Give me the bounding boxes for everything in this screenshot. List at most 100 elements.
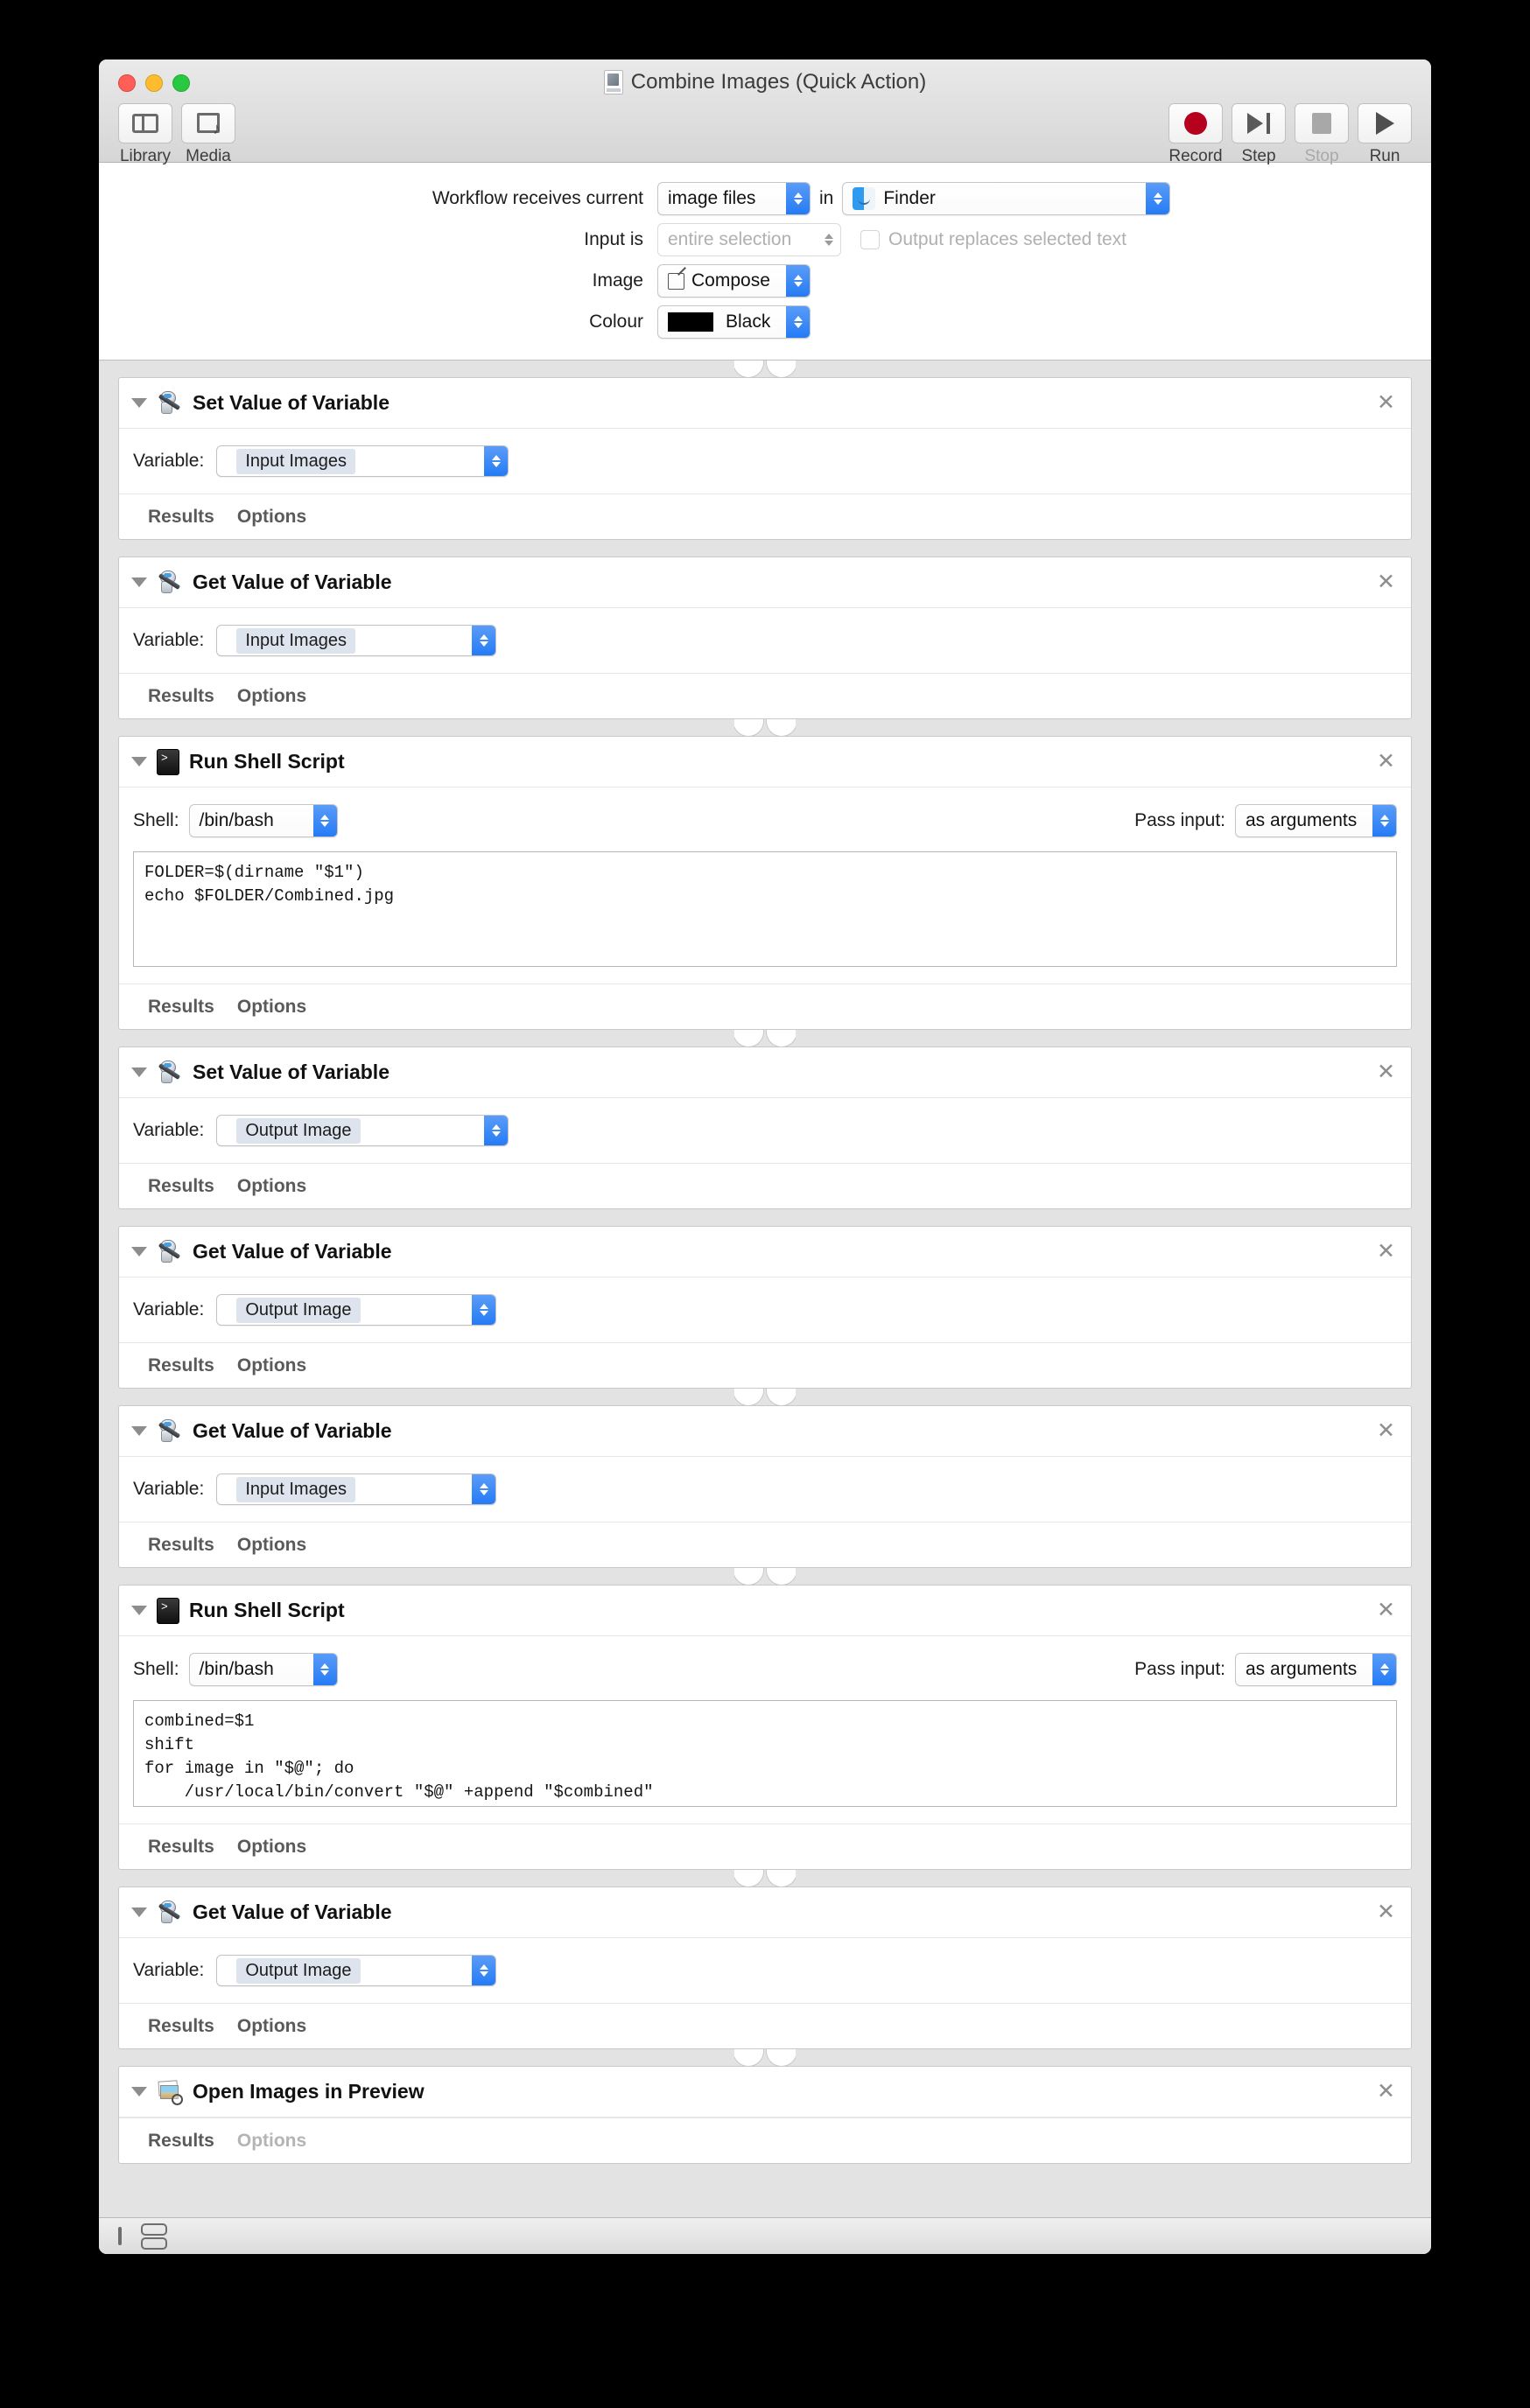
action-header[interactable]: Run Shell Script ✕	[119, 737, 1411, 788]
colour-select[interactable]: Black	[657, 305, 811, 339]
action-card[interactable]: Get Value of Variable ✕ Variable: Input Ima…	[118, 556, 1412, 719]
variable-token: Output Image	[236, 1117, 361, 1144]
media-button[interactable]: Media	[181, 103, 235, 166]
action-footer: Results Options	[119, 1522, 1411, 1567]
options-tab[interactable]: Options	[237, 686, 306, 707]
action-card[interactable]: Set Value of Variable ✕ Variable: Output Im…	[118, 1046, 1412, 1209]
colour-row: Colour Black	[99, 305, 1431, 339]
shell-script-editor[interactable]: combined=$1 shift for image in "$@"; do …	[133, 1700, 1397, 1807]
workflow-action-list[interactable]: Set Value of Variable ✕ Variable: Input Ima…	[99, 360, 1431, 2217]
record-icon	[1184, 112, 1207, 135]
results-tab[interactable]: Results	[148, 686, 214, 707]
action-header[interactable]: Set Value of Variable ✕	[119, 1047, 1411, 1098]
disclosure-triangle-icon[interactable]	[131, 2087, 147, 2096]
flow-bottom-gap	[99, 2164, 1431, 2180]
variable-token: Input Images	[236, 1476, 355, 1502]
action-header[interactable]: Get Value of Variable ✕	[119, 1887, 1411, 1938]
action-header[interactable]: Set Value of Variable ✕	[119, 378, 1411, 429]
workflow-receives-select[interactable]: image files	[657, 182, 811, 215]
workflow-application-select[interactable]: Finder	[842, 182, 1171, 215]
terminal-icon	[157, 1597, 179, 1624]
chevron-updown-icon	[472, 1956, 496, 1985]
options-tab[interactable]: Options	[237, 1176, 306, 1197]
shell-label: Shell:	[133, 1659, 179, 1679]
results-tab[interactable]: Results	[148, 507, 214, 528]
disclosure-triangle-icon[interactable]	[131, 578, 147, 587]
variable-select[interactable]: Input Images	[216, 1474, 497, 1505]
action-connector-notch	[734, 1870, 796, 1886]
options-tab[interactable]: Options	[237, 1837, 306, 1858]
options-tab[interactable]: Options	[237, 997, 306, 1018]
remove-action-button[interactable]: ✕	[1375, 1061, 1397, 1083]
remove-action-button[interactable]: ✕	[1375, 1420, 1397, 1442]
remove-action-button[interactable]: ✕	[1375, 1600, 1397, 1621]
remove-action-button[interactable]: ✕	[1375, 1241, 1397, 1263]
chevron-updown-icon	[786, 265, 810, 297]
results-tab[interactable]: Results	[148, 1355, 214, 1376]
shell-select[interactable]: /bin/bash	[188, 804, 338, 837]
image-row: Image Compose	[99, 264, 1431, 298]
disclosure-triangle-icon[interactable]	[131, 398, 147, 408]
results-tab[interactable]: Results	[148, 1837, 214, 1858]
chevron-updown-icon	[472, 1474, 496, 1504]
variable-select[interactable]: Output Image	[216, 1955, 497, 1986]
flow-top-gap	[99, 360, 1431, 377]
remove-action-button[interactable]: ✕	[1375, 751, 1397, 773]
variable-select[interactable]: Output Image	[216, 1115, 509, 1146]
remove-action-button[interactable]: ✕	[1375, 1901, 1397, 1923]
record-button[interactable]: Record	[1169, 103, 1223, 166]
action-card[interactable]: Run Shell Script ✕ Shell: /bin/bash Pass inp…	[118, 1585, 1412, 1870]
image-select[interactable]: Compose	[657, 264, 811, 298]
action-card[interactable]: Get Value of Variable ✕ Variable: Output Im…	[118, 1886, 1412, 2049]
disclosure-triangle-icon[interactable]	[131, 1426, 147, 1436]
action-card[interactable]: Open Images in Preview ✕ Results Options	[118, 2066, 1412, 2164]
show-log-button[interactable]	[118, 2226, 122, 2245]
results-tab[interactable]: Results	[148, 1176, 214, 1197]
results-tab[interactable]: Results	[148, 1535, 214, 1556]
action-connector-notch	[734, 360, 796, 377]
results-tab[interactable]: Results	[148, 2131, 214, 2152]
options-tab[interactable]: Options	[237, 1355, 306, 1376]
pass-input-select[interactable]: as arguments	[1235, 804, 1397, 837]
variable-select[interactable]: Input Images	[216, 445, 509, 477]
log-view-icon	[118, 2226, 122, 2245]
automator-robot-icon	[157, 1900, 183, 1926]
automator-robot-icon	[157, 1239, 183, 1265]
shell-script-editor[interactable]: FOLDER=$(dirname "$1") echo $FOLDER/Comb…	[133, 851, 1397, 967]
window-title-text: Combine Images (Quick Action)	[630, 70, 927, 94]
results-tab[interactable]: Results	[148, 997, 214, 1018]
library-icon	[132, 114, 158, 133]
remove-action-button[interactable]: ✕	[1375, 392, 1397, 414]
action-card[interactable]: Run Shell Script ✕ Shell: /bin/bash Pass inp…	[118, 736, 1412, 1030]
action-header[interactable]: Get Value of Variable ✕	[119, 557, 1411, 608]
remove-action-button[interactable]: ✕	[1375, 2081, 1397, 2103]
library-button[interactable]: Library	[118, 103, 172, 166]
options-tab[interactable]: Options	[237, 507, 306, 528]
variable-select[interactable]: Input Images	[216, 625, 497, 656]
variable-select[interactable]: Output Image	[216, 1294, 497, 1326]
colour-swatch	[668, 312, 713, 332]
disclosure-triangle-icon[interactable]	[131, 1606, 147, 1615]
disclosure-triangle-icon[interactable]	[131, 1247, 147, 1256]
shell-select[interactable]: /bin/bash	[188, 1653, 338, 1686]
record-button-label: Record	[1169, 147, 1223, 165]
step-button[interactable]: Step	[1232, 103, 1286, 166]
remove-action-button[interactable]: ✕	[1375, 571, 1397, 593]
action-card[interactable]: Get Value of Variable ✕ Variable: Output Im…	[118, 1226, 1412, 1389]
action-header[interactable]: Get Value of Variable ✕	[119, 1406, 1411, 1457]
options-tab[interactable]: Options	[237, 2016, 306, 2037]
pass-input-select[interactable]: as arguments	[1235, 1653, 1397, 1686]
action-header[interactable]: Run Shell Script ✕	[119, 1586, 1411, 1636]
action-card[interactable]: Get Value of Variable ✕ Variable: Input Ima…	[118, 1405, 1412, 1568]
results-tab[interactable]: Results	[148, 2016, 214, 2037]
disclosure-triangle-icon[interactable]	[131, 757, 147, 766]
action-header[interactable]: Get Value of Variable ✕	[119, 1227, 1411, 1278]
run-button[interactable]: Run	[1358, 103, 1412, 166]
pass-input-label: Pass input:	[1134, 1659, 1225, 1679]
options-tab[interactable]: Options	[237, 1535, 306, 1556]
disclosure-triangle-icon[interactable]	[131, 1068, 147, 1077]
action-header[interactable]: Open Images in Preview ✕	[119, 2067, 1411, 2118]
disclosure-triangle-icon[interactable]	[131, 1908, 147, 1917]
shell-settings-row: Shell: /bin/bash Pass input: as arguments	[133, 804, 1397, 837]
action-card[interactable]: Set Value of Variable ✕ Variable: Input Ima…	[118, 377, 1412, 540]
